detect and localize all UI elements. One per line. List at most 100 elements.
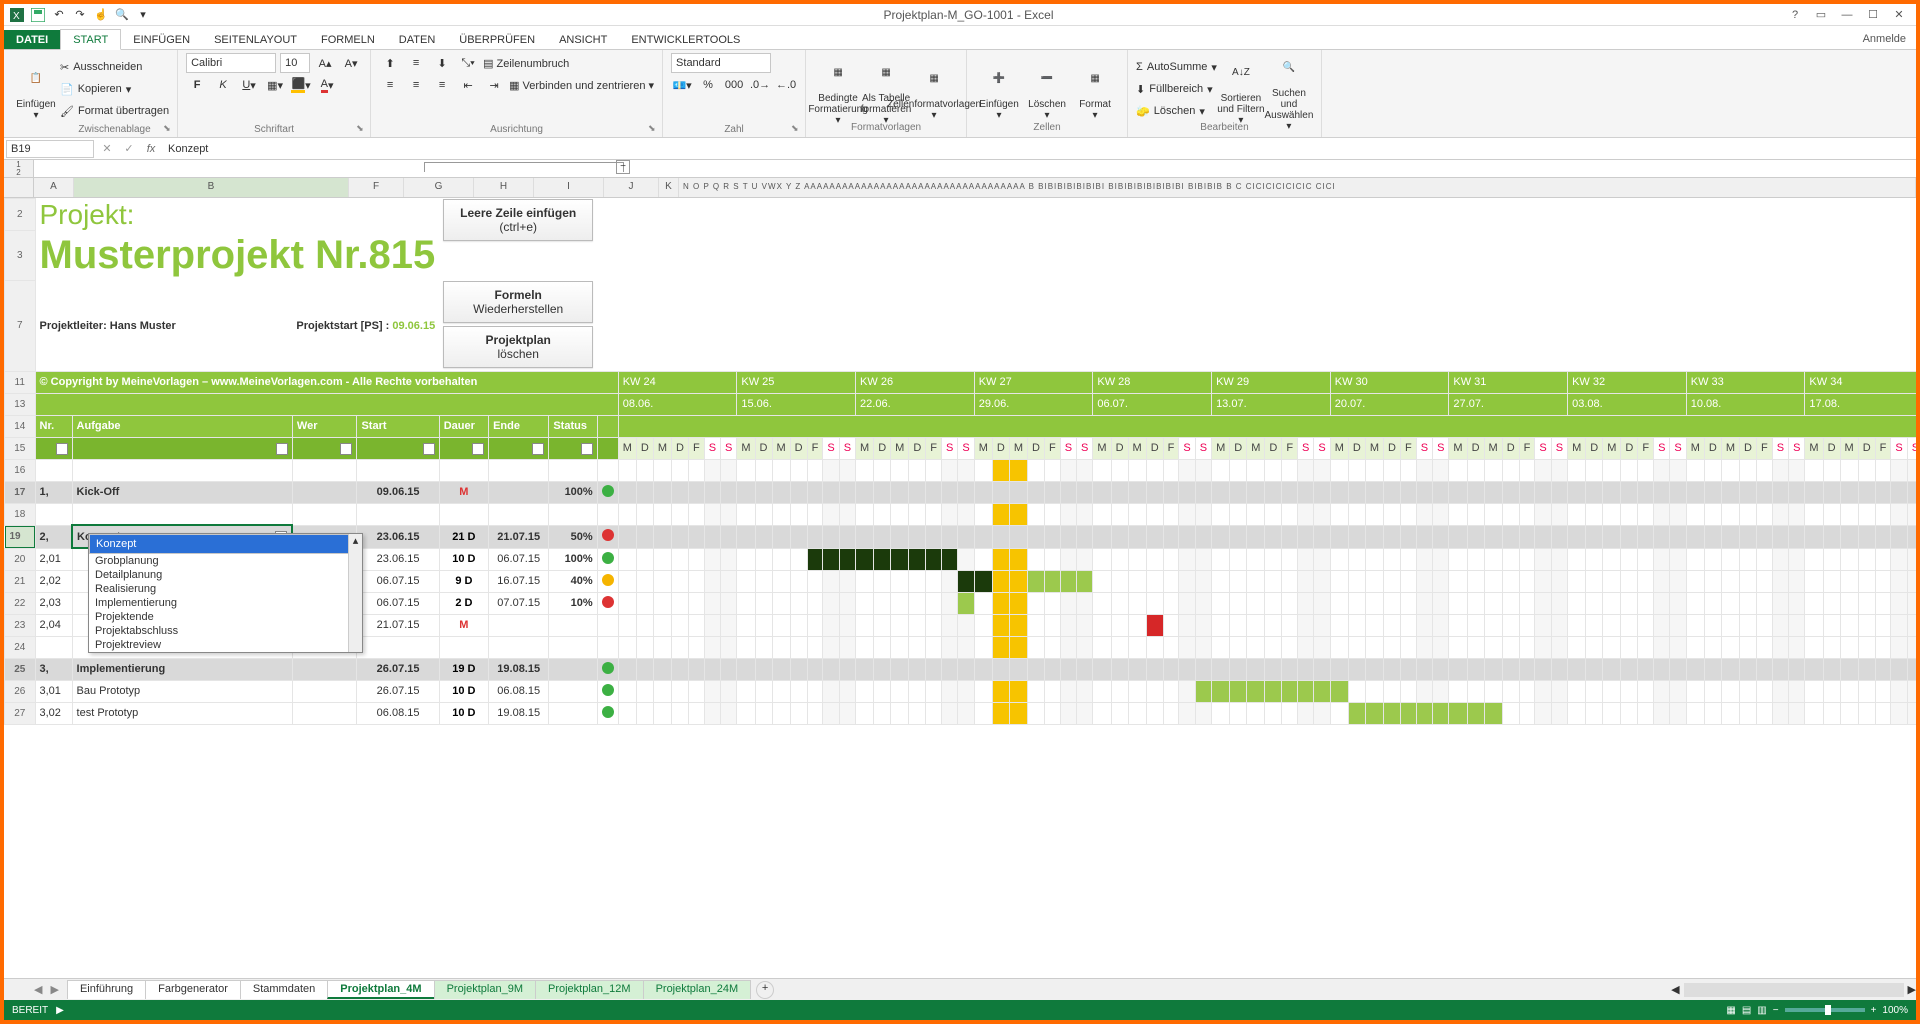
- sheet-tab[interactable]: Stammdaten: [240, 980, 328, 999]
- align-center-button[interactable]: ≡: [405, 74, 427, 96]
- zoom-in-button[interactable]: +: [1871, 1005, 1877, 1016]
- row-header[interactable]: 16: [5, 459, 36, 481]
- currency-button[interactable]: 💶▾: [671, 74, 693, 96]
- formula-input[interactable]: Konzept: [162, 143, 208, 155]
- filter-button[interactable]: ▾: [276, 443, 288, 455]
- paste-button[interactable]: 📋Einfügen▾: [12, 52, 60, 137]
- font-color-button[interactable]: A▾: [316, 74, 338, 96]
- tab-ueberpruefen[interactable]: ÜBERPRÜFEN: [447, 30, 547, 49]
- row-header[interactable]: 2: [5, 199, 36, 231]
- tab-datei[interactable]: DATEI: [4, 30, 60, 49]
- row-header[interactable]: 3: [5, 231, 36, 281]
- fill-button[interactable]: ⬇ Füllbereich ▾: [1136, 78, 1217, 100]
- accept-formula-icon[interactable]: ✓: [118, 142, 140, 155]
- row-header[interactable]: 19: [5, 526, 35, 548]
- macro-record-icon[interactable]: ▶: [56, 1005, 64, 1016]
- filter-button[interactable]: ▾: [532, 443, 544, 455]
- sheet-tab[interactable]: Einführung: [67, 980, 146, 999]
- col-header[interactable]: K: [659, 178, 679, 197]
- view-layout-icon[interactable]: ▤: [1742, 1005, 1751, 1016]
- select-all-corner[interactable]: 12: [4, 160, 34, 177]
- dropdown-scrollbar[interactable]: ▴: [348, 534, 362, 652]
- more-icon[interactable]: ▾: [134, 6, 152, 24]
- tab-start[interactable]: START: [60, 29, 121, 50]
- font-launcher-icon[interactable]: ⬊: [356, 123, 368, 135]
- fill-color-button[interactable]: ⬛▾: [290, 74, 312, 96]
- percent-button[interactable]: %: [697, 74, 719, 96]
- sheet-tab[interactable]: Projektplan_4M: [327, 980, 434, 999]
- outline-collapse-button[interactable]: −: [616, 160, 630, 174]
- redo-icon[interactable]: ↷: [71, 6, 89, 24]
- align-bottom-button[interactable]: ⬇: [431, 52, 453, 74]
- row-header[interactable]: 21: [5, 570, 36, 592]
- view-pagebreak-icon[interactable]: ▥: [1757, 1005, 1766, 1016]
- maximize-button[interactable]: ☐: [1860, 8, 1886, 21]
- col-header[interactable]: J: [604, 178, 659, 197]
- cut-button[interactable]: ✂ Ausschneiden: [60, 56, 169, 78]
- tab-einfuegen[interactable]: EINFÜGEN: [121, 30, 202, 49]
- col-header[interactable]: A: [34, 178, 74, 197]
- number-format-select[interactable]: Standard: [671, 53, 771, 73]
- autosum-button[interactable]: Σ AutoSumme ▾: [1136, 56, 1217, 78]
- minimize-button[interactable]: —: [1834, 9, 1860, 21]
- row-header[interactable]: 22: [5, 592, 36, 614]
- row-header[interactable]: 11: [5, 371, 36, 393]
- align-right-button[interactable]: ≡: [431, 74, 453, 96]
- tab-seitenlayout[interactable]: SEITENLAYOUT: [202, 30, 309, 49]
- preview-icon[interactable]: 🔍: [113, 6, 131, 24]
- tab-nav-prev-icon[interactable]: ◀: [34, 983, 42, 996]
- align-left-button[interactable]: ≡: [379, 74, 401, 96]
- delete-plan-button[interactable]: Projektplanlöschen: [443, 326, 593, 368]
- col-header[interactable]: B: [74, 178, 349, 197]
- wrap-text-button[interactable]: ▤ Zeilenumbruch: [483, 57, 569, 70]
- dec-decimal-button[interactable]: ←.0: [775, 74, 797, 96]
- dropdown-option[interactable]: Implementierung: [89, 596, 362, 610]
- sheet-tab[interactable]: Projektplan_9M: [434, 980, 536, 999]
- view-normal-icon[interactable]: ▦: [1726, 1005, 1735, 1016]
- task-name-cell[interactable]: Implementierung: [72, 658, 292, 680]
- dropdown-option[interactable]: Projektreview: [89, 638, 362, 652]
- row-header[interactable]: 18: [5, 503, 36, 525]
- col-header[interactable]: G: [404, 178, 474, 197]
- tab-entwicklertools[interactable]: ENTWICKLERTOOLS: [619, 30, 752, 49]
- italic-button[interactable]: K: [212, 74, 234, 96]
- row-header[interactable]: 20: [5, 548, 36, 570]
- indent-dec-button[interactable]: ⇤: [457, 74, 479, 96]
- row-header[interactable]: 23: [5, 614, 36, 636]
- zoom-out-button[interactable]: −: [1773, 1005, 1779, 1016]
- fx-icon[interactable]: fx: [140, 143, 162, 155]
- name-box[interactable]: B19: [6, 140, 94, 158]
- hscroll-left-icon[interactable]: ◀: [1671, 983, 1679, 996]
- font-size-select[interactable]: 10: [280, 53, 310, 73]
- number-launcher-icon[interactable]: ⬊: [791, 123, 803, 135]
- validation-dropdown[interactable]: KonzeptGrobplanungDetailplanungRealisier…: [88, 533, 363, 653]
- row-header[interactable]: 24: [5, 636, 36, 658]
- col-header[interactable]: H: [474, 178, 534, 197]
- zoom-slider[interactable]: [1785, 1008, 1865, 1012]
- save-icon[interactable]: [29, 6, 47, 24]
- shrink-font-button[interactable]: A▾: [340, 52, 362, 74]
- indent-inc-button[interactable]: ⇥: [483, 74, 505, 96]
- row-header[interactable]: 17: [5, 481, 36, 503]
- tab-nav-next-icon[interactable]: ▶: [50, 983, 58, 996]
- sheet-tab[interactable]: Farbgenerator: [145, 980, 241, 999]
- signin-link[interactable]: Anmelde: [1853, 29, 1916, 49]
- row-header[interactable]: 7: [5, 281, 36, 372]
- row-header[interactable]: 14: [5, 415, 36, 437]
- sheet-tab[interactable]: Projektplan_24M: [643, 980, 752, 999]
- dropdown-option[interactable]: Realisierung: [89, 582, 362, 596]
- font-name-select[interactable]: Calibri: [186, 53, 276, 73]
- grow-font-button[interactable]: A▴: [314, 52, 336, 74]
- dropdown-option[interactable]: Projektende: [89, 610, 362, 624]
- horizontal-scrollbar[interactable]: [1684, 983, 1904, 997]
- dropdown-option[interactable]: Konzept: [89, 534, 362, 554]
- undo-icon[interactable]: ↶: [50, 6, 68, 24]
- close-button[interactable]: ✕: [1886, 8, 1912, 21]
- dropdown-option[interactable]: Detailplanung: [89, 568, 362, 582]
- dropdown-option[interactable]: Projektabschluss: [89, 624, 362, 638]
- thousands-button[interactable]: 000: [723, 74, 745, 96]
- filter-button[interactable]: ▾: [423, 443, 435, 455]
- task-name-cell[interactable]: Bau Prototyp: [72, 680, 292, 702]
- orientation-button[interactable]: ⤡▾: [457, 52, 479, 74]
- clear-button[interactable]: 🧽 Löschen ▾: [1136, 100, 1217, 122]
